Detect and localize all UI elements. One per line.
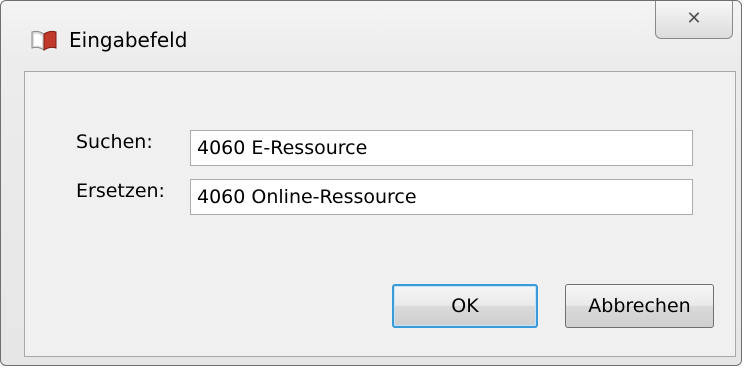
search-input[interactable] xyxy=(190,130,693,166)
ok-button[interactable]: OK xyxy=(392,284,538,328)
close-button[interactable]: ✕ xyxy=(655,1,733,39)
close-icon: ✕ xyxy=(686,8,702,29)
title-bar[interactable]: Eingabefeld ✕ xyxy=(1,1,741,65)
cancel-button[interactable]: Abbrechen xyxy=(565,284,714,328)
window-title: Eingabefeld xyxy=(69,28,188,52)
book-icon xyxy=(31,30,57,51)
dialog-window: Eingabefeld ✕ Suchen: Ersetzen: OK Abbre… xyxy=(0,0,742,366)
replace-label: Ersetzen: xyxy=(76,180,165,202)
dialog-content: Suchen: Ersetzen: OK Abbrechen xyxy=(24,71,736,357)
search-label: Suchen: xyxy=(76,131,153,153)
replace-input[interactable] xyxy=(190,179,693,215)
